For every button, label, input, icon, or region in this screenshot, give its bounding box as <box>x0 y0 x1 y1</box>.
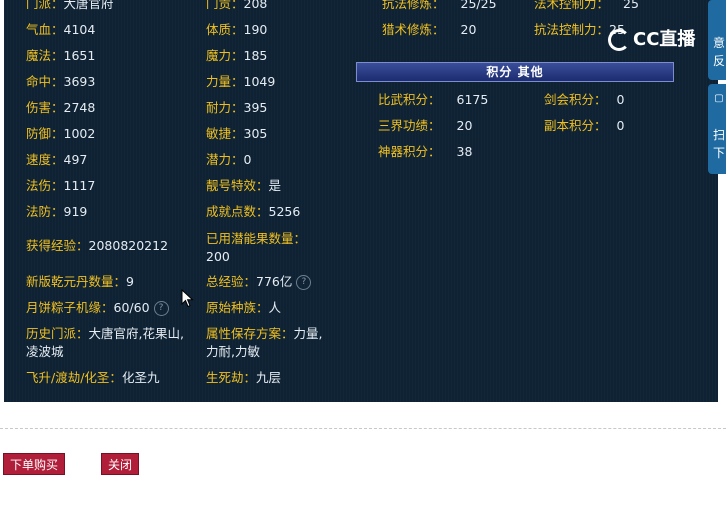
info-potential: 潜力：0 <box>206 152 252 167</box>
info-race: 原始种族：人 <box>206 300 282 315</box>
info-hit: 命中：3693 <box>26 74 96 89</box>
buy-button[interactable]: 下单购买 <box>3 453 65 475</box>
cc-live-logo: CC直播 <box>608 25 695 51</box>
info-total-exp: 总经验：776亿? <box>206 273 312 291</box>
info-mp: 魔法：1651 <box>26 48 96 63</box>
info-magic-power: 魔力：185 <box>206 48 268 63</box>
info-potential-fruit: 已用潜能果数量：200 <box>206 231 307 264</box>
divider <box>0 428 726 429</box>
info-ascension: 飞升/渡劫/化圣：化圣九 <box>26 370 160 385</box>
info-mooncake: 月饼粽子机缘：60/60? <box>26 299 169 317</box>
info-artifact-score: 神器积分： 38 <box>378 144 473 159</box>
help-icon[interactable]: ? <box>153 301 169 316</box>
info-magic-defense: 法防：919 <box>26 204 88 219</box>
info-hunting-cultivation: 猎术修炼： 20 <box>382 22 477 37</box>
info-defense: 防御：1002 <box>26 126 96 141</box>
info-strength: 力量：1049 <box>206 74 276 89</box>
info-attr-scheme: 属性保存方案：力量,力耐,力敏 <box>206 326 323 359</box>
section-header-scores: 积分 其他 <box>356 62 674 82</box>
info-experience: 获得经验：2080820212 <box>26 238 169 253</box>
info-achievement: 成就点数：5256 <box>206 204 301 219</box>
character-info-panel: 门派：大唐官府 气血：4104 魔法：1651 命中：3693 伤害：2748 … <box>4 0 718 402</box>
info-life-death: 生死劫：九层 <box>206 370 282 385</box>
info-faction: 门派：大唐官府 <box>26 0 114 11</box>
info-anti-magic-cultivation: 抗法修炼： 25/25 <box>382 0 497 11</box>
info-merit: 三界功绩： 20 <box>378 118 473 133</box>
help-icon[interactable]: ? <box>296 275 312 290</box>
info-spell-control: 法术控制力： 25 <box>534 0 639 11</box>
info-constitution: 体质：190 <box>206 22 268 37</box>
side-tab-scan[interactable]: ▢ 扫 下 <box>708 84 726 174</box>
info-damage: 伤害：2748 <box>26 100 96 115</box>
info-pretty-id: 靓号特效：是 <box>206 178 282 193</box>
close-button[interactable]: 关闭 <box>101 453 139 475</box>
info-agility: 敏捷：305 <box>206 126 268 141</box>
info-qianyuan: 新版乾元丹数量：9 <box>26 274 134 289</box>
info-hp: 气血：4104 <box>26 22 96 37</box>
info-contribution: 门贡：208 <box>206 0 268 11</box>
mouse-cursor-icon <box>181 289 194 308</box>
info-pvp-score: 比武积分： 6175 <box>378 92 489 107</box>
info-dungeon-score: 副本积分： 0 <box>544 118 625 133</box>
info-magic-damage: 法伤：1117 <box>26 178 96 193</box>
box-icon: ▢ <box>714 93 724 104</box>
info-speed: 速度：497 <box>26 152 88 167</box>
side-tab-feedback[interactable]: 意 反 <box>708 0 726 80</box>
info-sword-score: 剑会积分： 0 <box>544 92 625 107</box>
cc-logo-icon <box>608 29 630 51</box>
info-endurance: 耐力：395 <box>206 100 268 115</box>
info-history-faction: 历史门派：大唐官府,花果山,凌波城 <box>26 326 184 359</box>
